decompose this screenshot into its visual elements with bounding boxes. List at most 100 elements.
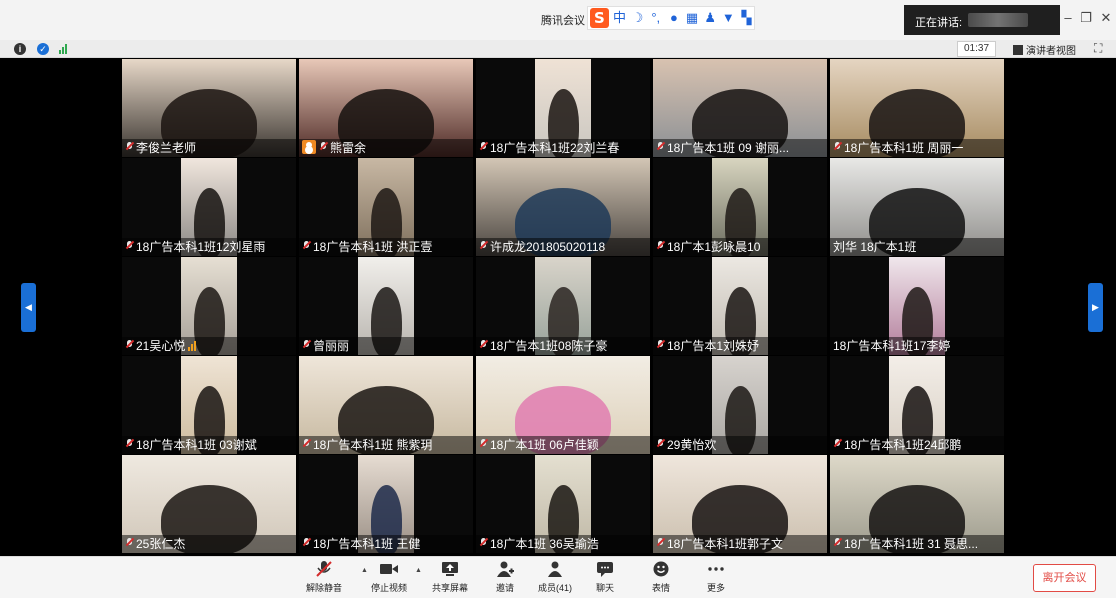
reactions-label: 表情 (652, 583, 671, 593)
microphone-muted-icon (125, 439, 134, 450)
restore-button[interactable]: ❐ (1076, 10, 1096, 26)
participant-tile[interactable]: 熊雷余 (299, 59, 473, 157)
participant-tile[interactable]: 18广告本1班 09 谢丽... (653, 59, 827, 157)
audio-options-caret[interactable]: ▲ (361, 567, 368, 574)
participant-tile[interactable]: 18广告本1刘姝妤 (653, 257, 827, 355)
participant-tile[interactable]: 25张仁杰 (122, 455, 296, 553)
minimize-button[interactable]: – (1058, 10, 1078, 25)
participant-tile[interactable]: 21吴心悦 (122, 257, 296, 355)
unmute-button[interactable]: 解除静音 (306, 561, 342, 594)
participant-name: 曾丽丽 (313, 339, 350, 353)
ime-logo[interactable]: S (590, 8, 609, 28)
participant-name: 18广告本科1班 周丽一 (844, 141, 964, 155)
participant-name: 18广告本科1班 洪正壹 (313, 240, 433, 254)
more-label: 更多 (707, 583, 726, 593)
unmute-label: 解除静音 (306, 583, 343, 593)
person-icon[interactable]: ♟ (703, 8, 718, 28)
participant-tile[interactable]: 18广本1彭咏晨10 (653, 158, 827, 256)
microphone-muted-icon (302, 241, 311, 252)
participant-name-label: 18广告本1刘姝妤 (653, 337, 827, 355)
invite-button[interactable]: 邀请 (496, 561, 514, 594)
participant-tile[interactable]: 18广告本科1班 周丽一 (830, 59, 1004, 157)
participant-tile[interactable]: 18广告本科1班12刘星雨 (122, 158, 296, 256)
shirt-icon[interactable]: ▼ (721, 8, 736, 28)
next-page-button[interactable]: ▶ (1088, 283, 1103, 332)
leave-meeting-button[interactable]: 离开会议 (1033, 564, 1096, 592)
participant-name-label: 熊雷余 (299, 139, 473, 157)
chat-label: 聊天 (596, 583, 615, 593)
microphone-muted-icon (656, 538, 665, 549)
previous-page-button[interactable]: ◀ (21, 283, 36, 332)
ime-mode[interactable]: 中 (612, 8, 627, 28)
chat-button[interactable]: 聊天 (596, 561, 614, 594)
grid-icon[interactable]: ▚ (739, 8, 754, 28)
microphone-muted-icon (302, 538, 311, 549)
participant-name: 18广告本1班 09 谢丽... (667, 141, 790, 155)
participant-name: 18广告本科1班24邱鹏 (844, 438, 962, 452)
participant-name-label: 18广告本科1班 熊紫玥 (299, 436, 473, 454)
participant-tile[interactable]: 18广告本科1班郭子文 (653, 455, 827, 553)
participant-name-label: 18广告本科1班24邱鹏 (830, 436, 1004, 454)
participant-tile[interactable]: 18广本1班 36吴瑜浩 (476, 455, 650, 553)
title-bar: 腾讯会议 S 中 ☽ °, ● ▦ ♟ ▼ ▚ 正在讲话: – ❐ ✕ (0, 0, 1116, 40)
participant-name: 18广告本科1班 熊紫玥 (313, 438, 433, 452)
microphone-muted-icon (125, 538, 134, 549)
app-title: 腾讯会议 (541, 15, 585, 27)
participant-tile[interactable]: 许成龙201805020118 (476, 158, 650, 256)
speaker-view-icon (1013, 44, 1023, 55)
participant-name-label: 18广告本科1班17李婷 (830, 337, 1004, 355)
microphone-muted-icon (833, 439, 842, 450)
info-icon[interactable]: i (14, 43, 26, 55)
smiley-icon (652, 561, 670, 577)
participant-tile[interactable]: 18广告本科1班22刘兰春 (476, 59, 650, 157)
participant-tile[interactable]: 刘华 18广本1班 (830, 158, 1004, 256)
participant-tile[interactable]: 18广告本科1班 王健 (299, 455, 473, 553)
participant-name-label: 18广告本科1班22刘兰春 (476, 139, 650, 157)
microphone-icon[interactable]: ● (666, 8, 681, 28)
more-dots-icon (707, 561, 725, 577)
participant-tile[interactable]: 18广告本科1班 熊紫玥 (299, 356, 473, 454)
participant-tile[interactable]: 曾丽丽 (299, 257, 473, 355)
participant-name: 18广告本科1班郭子文 (667, 537, 784, 551)
participant-tile[interactable]: 18广告本科1班 03谢斌 (122, 356, 296, 454)
share-screen-label: 共享屏幕 (432, 583, 469, 593)
members-icon (546, 561, 564, 577)
participant-name: 18广告本1班08陈子豪 (490, 339, 608, 353)
participant-name-label: 曾丽丽 (299, 337, 473, 355)
microphone-muted-icon (125, 142, 134, 153)
reactions-button[interactable]: 表情 (652, 561, 670, 594)
participant-tile[interactable]: 18广本1班 06卢佳颖 (476, 356, 650, 454)
microphone-muted-icon (656, 142, 665, 153)
share-screen-button[interactable]: 共享屏幕 (432, 561, 468, 594)
microphone-muted-icon (302, 439, 311, 450)
participant-tile[interactable]: 18广告本科1班17李婷 (830, 257, 1004, 355)
stop-video-label: 停止视频 (371, 583, 408, 593)
signal-icon[interactable] (59, 44, 67, 54)
close-button[interactable]: ✕ (1096, 10, 1116, 26)
ime-toolbar[interactable]: S 中 ☽ °, ● ▦ ♟ ▼ ▚ (587, 6, 755, 30)
speaker-view-button[interactable]: 演讲者视图 (1013, 42, 1076, 57)
participant-tile[interactable]: 18广告本1班08陈子豪 (476, 257, 650, 355)
punctuation-icon[interactable]: °, (648, 8, 663, 28)
participant-tile[interactable]: 29黄怡欢 (653, 356, 827, 454)
video-options-caret[interactable]: ▲ (415, 567, 422, 574)
shield-icon[interactable]: ✓ (37, 43, 49, 55)
participant-tile[interactable]: 18广告本科1班 31 聂思... (830, 455, 1004, 553)
participant-name-label: 18广告本科1班 洪正壹 (299, 238, 473, 256)
keyboard-icon[interactable]: ▦ (684, 8, 699, 28)
participant-name: 18广告本1刘姝妤 (667, 339, 760, 353)
members-button[interactable]: 成员(41) (538, 561, 572, 594)
moon-icon[interactable]: ☽ (630, 8, 645, 28)
fullscreen-icon[interactable]: ⛶ (1094, 41, 1102, 56)
microphone-muted-icon (479, 241, 488, 252)
participant-name: 刘华 18广本1班 (833, 240, 917, 254)
meeting-toolbar: 解除静音 ▲ 停止视频 ▲ 共享屏幕 邀请 成员(41) 聊天 表情 更多 离开… (0, 556, 1116, 598)
participant-tile[interactable]: 李俊兰老师 (122, 59, 296, 157)
participant-tile[interactable]: 18广告本科1班24邱鹏 (830, 356, 1004, 454)
participant-tile[interactable]: 18广告本科1班 洪正壹 (299, 158, 473, 256)
participant-name: 18广告本科1班17李婷 (833, 339, 951, 353)
speaking-label: 正在讲话: (915, 17, 963, 29)
stop-video-button[interactable]: 停止视频 (371, 561, 407, 594)
more-button[interactable]: 更多 (707, 561, 725, 594)
share-screen-icon (441, 561, 459, 577)
